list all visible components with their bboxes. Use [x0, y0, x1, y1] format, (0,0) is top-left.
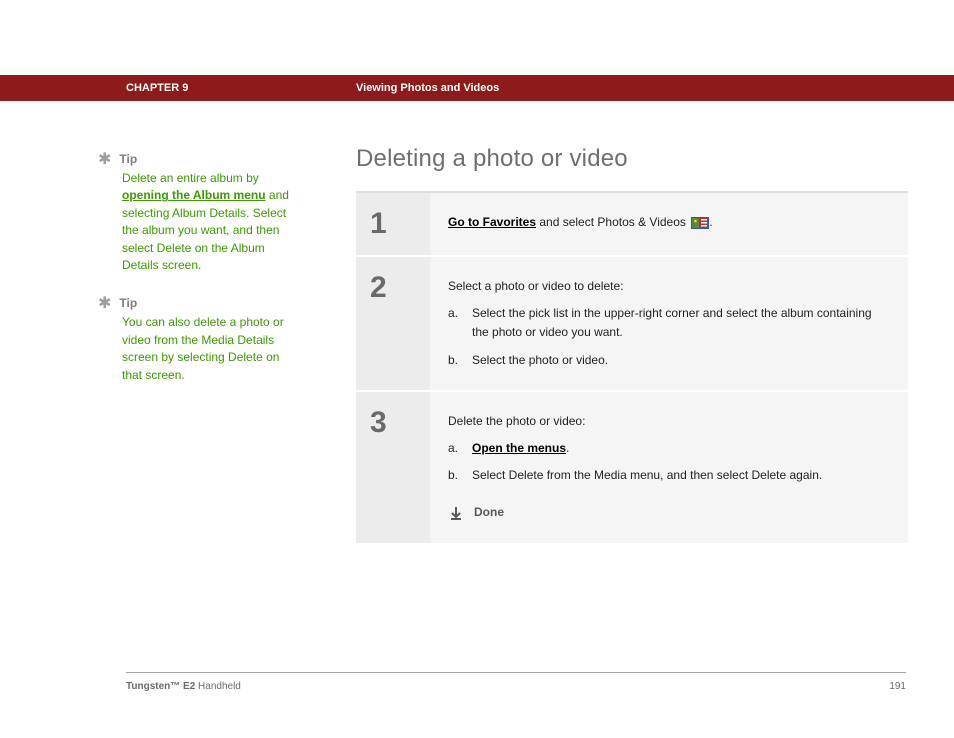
list-item: b. Select the photo or video. — [448, 351, 890, 370]
list-item: a. Open the menus. — [448, 439, 890, 458]
list-item: a. Select the pick list in the upper-rig… — [448, 304, 890, 342]
photos-videos-app-icon — [691, 217, 709, 229]
main-content: Deleting a photo or video 1 Go to Favori… — [356, 145, 908, 545]
tip-label: Tip — [119, 152, 137, 166]
sub-marker: a. — [448, 304, 462, 342]
chapter-header: CHAPTER 9 Viewing Photos and Videos — [0, 75, 954, 101]
tip-text-pre: You can also delete a photo or video fro… — [122, 315, 284, 381]
tip-block: ✱ Tip Delete an entire album by opening … — [98, 152, 298, 274]
step-number-col: 2 — [356, 257, 430, 390]
step-number: 1 — [370, 207, 416, 241]
tip-text-pre: Delete an entire album by — [122, 171, 259, 185]
step-body: Delete the photo or video: a. Open the m… — [430, 392, 908, 543]
step-number: 3 — [370, 406, 416, 440]
step-number-col: 1 — [356, 193, 430, 255]
page-footer: Tungsten™ E2 Handheld 191 — [126, 672, 906, 692]
product-name-rest: Handheld — [195, 681, 241, 692]
chapter-title: Viewing Photos and Videos — [356, 82, 499, 94]
steps-container: 1 Go to Favorites and select Photos & Vi… — [356, 191, 908, 545]
sub-text: Select the photo or video. — [472, 351, 608, 370]
step-body: Select a photo or video to delete: a. Se… — [430, 257, 908, 390]
step-link-favorites[interactable]: Go to Favorites — [448, 215, 536, 229]
sub-text: Select Delete from the Media menu, and t… — [472, 466, 822, 485]
product-name: Tungsten™ E2 Handheld — [126, 681, 241, 692]
sub-marker: b. — [448, 466, 462, 485]
step-row: 1 Go to Favorites and select Photos & Vi… — [356, 193, 908, 257]
step-body: Go to Favorites and select Photos & Vide… — [430, 193, 908, 255]
step-number-col: 3 — [356, 392, 430, 543]
asterisk-icon: ✱ — [98, 152, 111, 168]
sub-text: Select the pick list in the upper-right … — [472, 304, 890, 342]
step-text-tail: . — [709, 215, 712, 229]
tip-label: Tip — [119, 296, 137, 310]
page-title: Deleting a photo or video — [356, 145, 908, 173]
asterisk-icon: ✱ — [98, 296, 111, 312]
sub-marker: b. — [448, 351, 462, 370]
step-row: 3 Delete the photo or video: a. Open the… — [356, 392, 908, 545]
chapter-number: CHAPTER 9 — [126, 82, 188, 94]
tip-link[interactable]: opening the Album menu — [122, 188, 266, 202]
done-row: Done — [448, 503, 890, 522]
page-number: 191 — [889, 681, 906, 692]
step-intro: Select a photo or video to delete: — [448, 277, 890, 296]
sidebar-tips: ✱ Tip Delete an entire album by opening … — [98, 152, 298, 406]
tip-block: ✱ Tip You can also delete a photo or vid… — [98, 296, 298, 384]
product-name-bold: Tungsten™ E2 — [126, 681, 195, 692]
sub-tail: . — [566, 441, 569, 455]
step-intro: Delete the photo or video: — [448, 412, 890, 431]
list-item: b. Select Delete from the Media menu, an… — [448, 466, 890, 485]
done-arrow-icon — [448, 505, 464, 521]
step-row: 2 Select a photo or video to delete: a. … — [356, 257, 908, 392]
sub-marker: a. — [448, 439, 462, 458]
step-link-open-menus[interactable]: Open the menus — [472, 441, 566, 455]
tip-body: Delete an entire album by opening the Al… — [122, 170, 298, 274]
done-label: Done — [474, 503, 504, 522]
step-number: 2 — [370, 271, 416, 305]
step-text: and select Photos & Videos — [536, 215, 689, 229]
tip-body: You can also delete a photo or video fro… — [122, 314, 298, 384]
sub-text: Open the menus. — [472, 439, 569, 458]
